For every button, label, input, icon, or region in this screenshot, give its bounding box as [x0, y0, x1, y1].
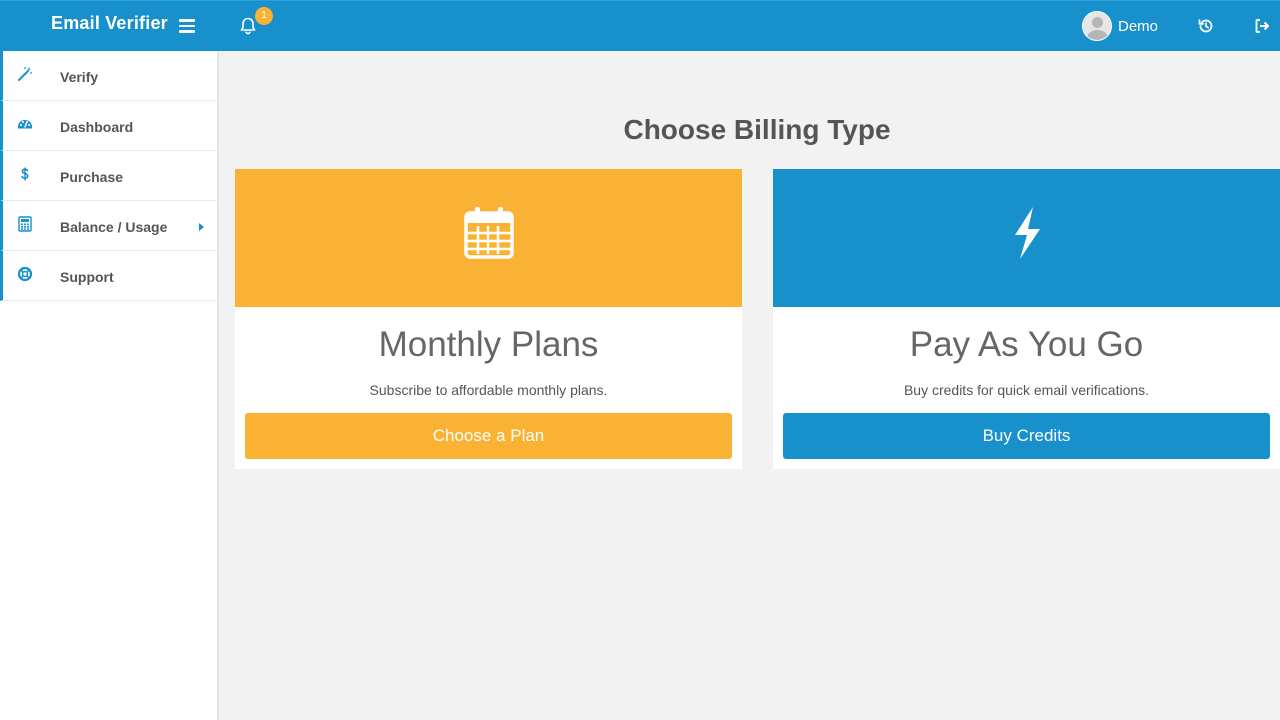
- history-icon[interactable]: [1197, 17, 1215, 35]
- card-title: Monthly Plans: [378, 325, 599, 364]
- dashboard-gauge-icon: [17, 116, 33, 132]
- sign-out-icon[interactable]: [1253, 17, 1271, 35]
- sidebar-item-label: Purchase: [60, 169, 124, 185]
- card-description: Buy credits for quick email verification…: [903, 382, 1150, 398]
- magic-wand-icon: [17, 66, 33, 82]
- notification-badge: 1: [255, 7, 273, 25]
- card-title: Pay As You Go: [909, 325, 1144, 364]
- card-description: Subscribe to affordable monthly plans.: [369, 382, 608, 398]
- calendar-icon: [462, 205, 516, 261]
- sidebar-item-verify[interactable]: Verify: [0, 51, 217, 101]
- brand-title[interactable]: Email Verifier: [51, 13, 168, 34]
- page-title: Choose Billing Type: [623, 114, 891, 145]
- user-menu[interactable]: Demo: [1082, 11, 1158, 41]
- sidebar-item-dashboard[interactable]: Dashboard: [0, 101, 217, 151]
- sidebar-item-balance-usage[interactable]: Balance / Usage: [0, 201, 217, 251]
- sidebar: Verify Dashboard Purchase Balance / Usag…: [0, 51, 219, 720]
- sidebar-item-label: Support: [60, 269, 114, 285]
- menu-icon[interactable]: [179, 19, 195, 33]
- billing-card-monthly: Monthly Plans Subscribe to affordable mo…: [235, 169, 742, 469]
- top-navbar: Email Verifier 1 Demo: [0, 0, 1280, 51]
- sidebar-item-label: Dashboard: [60, 119, 134, 135]
- buy-credits-button[interactable]: Buy Credits: [783, 413, 1270, 459]
- sidebar-item-purchase[interactable]: Purchase: [0, 151, 217, 201]
- card-hero: [773, 169, 1280, 307]
- life-ring-icon: [17, 266, 33, 282]
- dollar-icon: [17, 166, 33, 182]
- card-hero: [235, 169, 742, 307]
- sidebar-item-support[interactable]: Support: [0, 251, 217, 301]
- chevron-right-icon: [199, 223, 204, 231]
- lightning-bolt-icon: [1000, 205, 1054, 261]
- sidebar-item-label: Verify: [60, 69, 99, 85]
- user-name: Demo: [1118, 17, 1159, 35]
- user-avatar: [1082, 11, 1112, 41]
- choose-plan-button[interactable]: Choose a Plan: [245, 413, 732, 459]
- billing-card-pay-as-you-go: Pay As You Go Buy credits for quick emai…: [773, 169, 1280, 469]
- sidebar-item-label: Balance / Usage: [60, 219, 168, 235]
- calculator-icon: [17, 216, 33, 232]
